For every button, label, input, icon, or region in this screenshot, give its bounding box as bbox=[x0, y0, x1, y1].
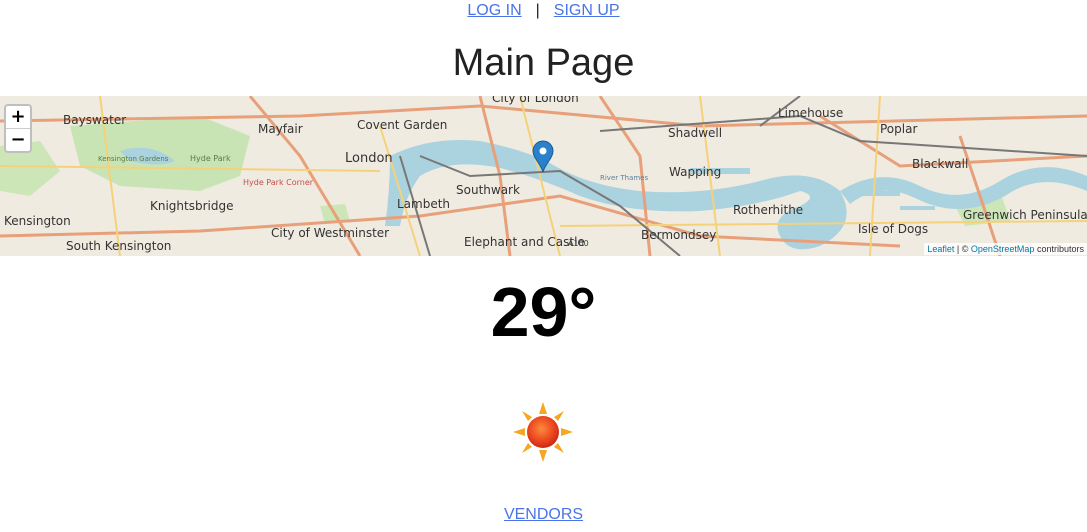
map-label-kensington-gardens: Kensington Gardens bbox=[98, 155, 169, 163]
map-label-isle-of-dogs: Isle of Dogs bbox=[858, 222, 928, 236]
map-label-covent-garden: Covent Garden bbox=[357, 118, 447, 132]
map-label-elephant-and-castle: Elephant and Castle bbox=[464, 235, 585, 249]
openstreetmap-link[interactable]: OpenStreetMap bbox=[971, 244, 1035, 254]
map-label-greenwich-peninsula: Greenwich Peninsula bbox=[963, 208, 1087, 222]
auth-separator: | bbox=[535, 2, 540, 19]
map-label-blackwall: Blackwall bbox=[912, 157, 968, 171]
dock bbox=[860, 191, 900, 196]
vendors-link[interactable]: VENDORS bbox=[504, 506, 583, 523]
leaflet-link[interactable]: Leaflet bbox=[927, 244, 954, 254]
map-label-london: London bbox=[345, 151, 393, 166]
map-label-mayfair: Mayfair bbox=[258, 122, 303, 136]
sun-icon bbox=[511, 400, 575, 464]
map-label-kensington: Kensington bbox=[4, 214, 71, 228]
map-label-rotherhithe: Rotherhithe bbox=[733, 203, 803, 217]
map-label-river-thames: River Thames bbox=[600, 174, 648, 182]
map-label-hyde-park: Hyde Park bbox=[190, 154, 231, 163]
map-label-bermondsey: Bermondsey bbox=[641, 228, 716, 242]
map-label-limehouse: Limehouse bbox=[778, 106, 843, 120]
map-zoom-control: + − bbox=[4, 104, 32, 153]
map-label-a100: A100 bbox=[568, 239, 589, 248]
dock bbox=[900, 206, 935, 210]
zoom-out-button[interactable]: − bbox=[6, 129, 30, 151]
map-label-south-kensington: South Kensington bbox=[66, 239, 171, 253]
zoom-in-button[interactable]: + bbox=[6, 106, 30, 129]
login-link[interactable]: LOG IN bbox=[467, 2, 521, 19]
map[interactable]: City of London Bayswater Mayfair Covent … bbox=[0, 96, 1087, 256]
map-label-city-of-westminster: City of Westminster bbox=[271, 226, 389, 240]
auth-links: LOG IN | SIGN UP bbox=[0, 2, 1087, 20]
vendors-nav: VENDORS bbox=[0, 506, 1087, 524]
map-label-wapping: Wapping bbox=[669, 165, 721, 179]
map-tiles: City of London Bayswater Mayfair Covent … bbox=[0, 96, 1087, 256]
signup-link[interactable]: SIGN UP bbox=[554, 2, 620, 19]
map-label-southwark: Southwark bbox=[456, 183, 520, 197]
map-label-hyde-park-corner: Hyde Park Corner bbox=[243, 178, 314, 187]
map-label-knightsbridge: Knightsbridge bbox=[150, 199, 234, 213]
map-label-bayswater: Bayswater bbox=[63, 113, 126, 127]
map-label-city-of-london: City of London bbox=[492, 96, 579, 105]
map-attribution: Leaflet | © OpenStreetMap contributors bbox=[924, 243, 1087, 255]
attribution-separator: | © bbox=[956, 244, 969, 254]
map-label-lambeth: Lambeth bbox=[397, 197, 450, 211]
map-label-poplar: Poplar bbox=[880, 122, 917, 136]
map-label-shadwell: Shadwell bbox=[668, 126, 722, 140]
page-title: Main Page bbox=[452, 42, 635, 84]
attribution-suffix: contributors bbox=[1036, 244, 1084, 254]
temperature-readout: 29° bbox=[490, 273, 597, 351]
